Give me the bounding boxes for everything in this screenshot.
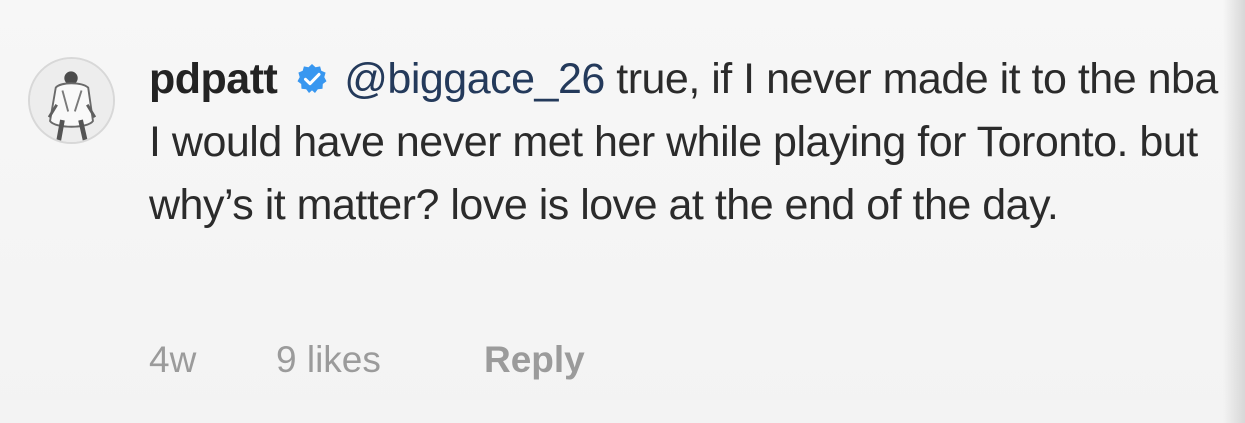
comment-time: 4w [149, 339, 197, 380]
comment-likes[interactable]: 9 likes [276, 339, 436, 381]
avatar-person-icon [30, 59, 113, 142]
reply-button[interactable]: Reply [484, 339, 585, 381]
screenshot-edge-shadow [1223, 0, 1245, 423]
comment-item: pdpatt @biggace_26 true, if I never made… [28, 48, 1218, 408]
verified-badge-icon [297, 64, 327, 93]
user-mention-link[interactable]: @biggace_26 [344, 55, 605, 103]
comment-meta: 4w 9 likes Reply [149, 338, 585, 382]
comment-text: pdpatt @biggace_26 true, if I never made… [149, 48, 1224, 237]
user-avatar[interactable] [28, 57, 115, 144]
comment-screenshot: pdpatt @biggace_26 true, if I never made… [0, 0, 1245, 423]
comment-username[interactable]: pdpatt [149, 55, 278, 103]
comment-body: pdpatt @biggace_26 true, if I never made… [149, 48, 1224, 237]
